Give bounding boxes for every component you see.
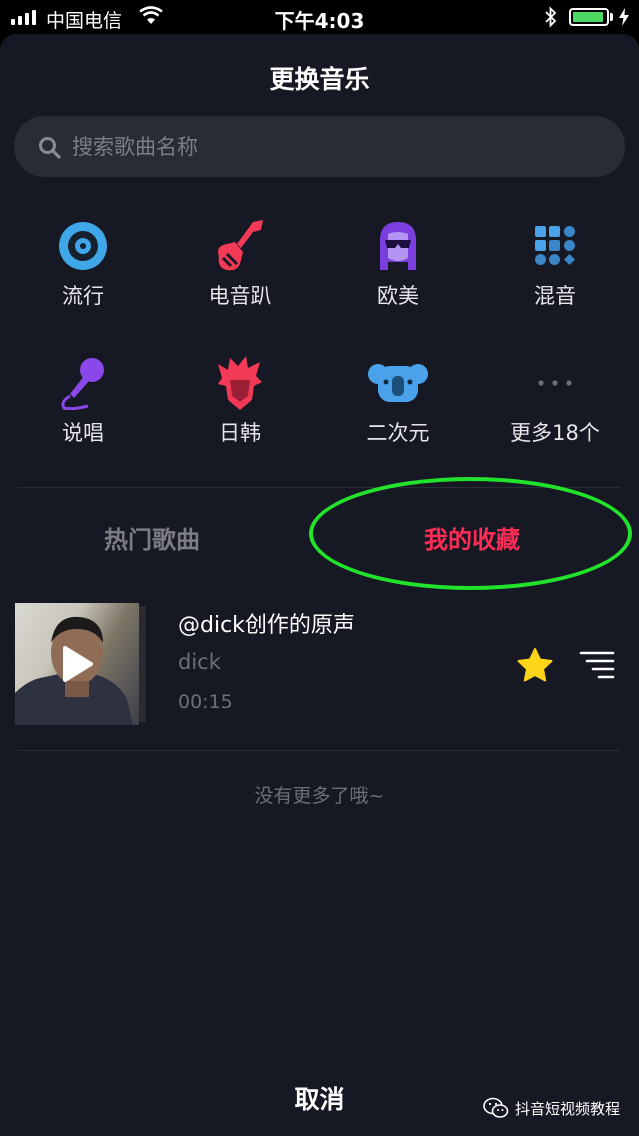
status-bar: 中国电信 下午4:03	[0, 0, 639, 34]
category-label: 电音趴	[208, 284, 272, 308]
disc-icon	[59, 222, 107, 270]
koala-icon	[368, 364, 428, 402]
highlight-ellipse	[309, 477, 632, 590]
charging-bolt-icon	[619, 8, 629, 26]
category-label: 混音	[534, 284, 576, 308]
anime-hair-icon	[218, 356, 262, 410]
category-more[interactable]: 更多18个	[480, 355, 630, 447]
sheet-title: 更换音乐	[269, 65, 370, 94]
dot-grid-icon	[535, 226, 575, 265]
category-jpkr[interactable]: 日韩	[165, 355, 315, 447]
battery-fill	[573, 12, 604, 22]
category-edm[interactable]: 电音趴	[165, 218, 315, 310]
cover-vinyl-edge	[139, 606, 146, 722]
play-icon[interactable]	[62, 645, 94, 683]
microphone-icon	[61, 358, 104, 410]
wechat-icon	[483, 1097, 509, 1118]
divider	[18, 750, 621, 751]
category-acg[interactable]: 二次元	[323, 355, 473, 447]
favorite-star-icon[interactable]	[516, 647, 554, 683]
bluetooth-icon	[545, 6, 557, 28]
song-duration: 00:15	[178, 691, 233, 713]
category-label: 更多18个	[510, 421, 600, 445]
category-western[interactable]: 欧美	[323, 218, 473, 310]
search-icon	[39, 137, 61, 159]
electric-guitar-icon	[218, 220, 263, 271]
category-rap[interactable]: 说唱	[8, 355, 158, 447]
category-label: 二次元	[366, 421, 430, 445]
search-input[interactable]	[72, 131, 592, 163]
category-label: 欧美	[377, 284, 419, 308]
category-label: 流行	[62, 284, 104, 308]
watermark: 抖音短视频教程	[483, 1097, 620, 1119]
music-picker-sheet	[0, 34, 639, 1136]
no-more-text: 没有更多了哦~	[254, 785, 385, 807]
tab-hot-songs[interactable]: 热门歌曲	[104, 520, 200, 555]
category-remix[interactable]: 混音	[480, 218, 630, 310]
category-pop[interactable]: 流行	[8, 218, 158, 310]
sunglasses-person-icon	[380, 222, 416, 270]
menu-icon[interactable]	[579, 650, 615, 680]
battery-icon	[569, 8, 609, 26]
category-label: 日韩	[219, 421, 261, 445]
battery-tip	[610, 13, 613, 21]
watermark-text: 抖音短视频教程	[515, 1099, 621, 1118]
category-label: 说唱	[62, 421, 104, 445]
song-title[interactable]: @dick创作的原声	[178, 607, 355, 639]
more-dots-icon	[538, 380, 572, 386]
song-author: dick	[178, 650, 221, 674]
